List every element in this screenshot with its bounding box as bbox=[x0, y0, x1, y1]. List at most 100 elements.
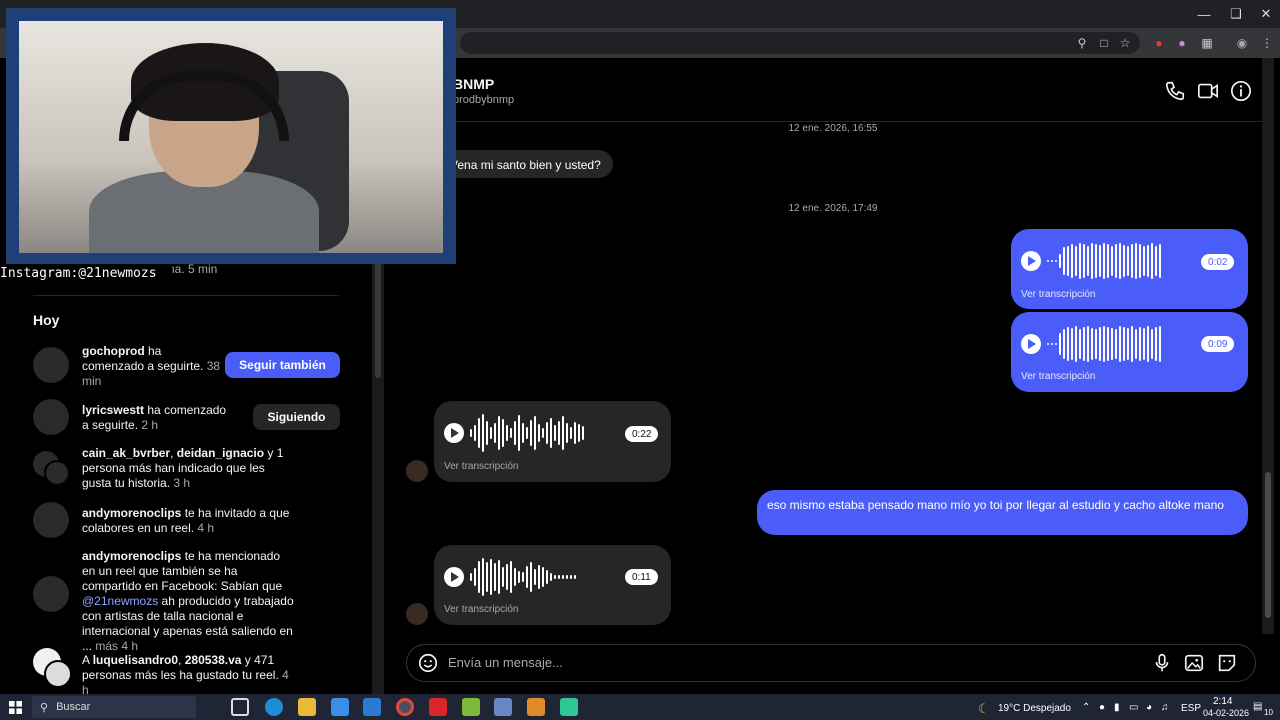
sender-avatar[interactable] bbox=[406, 603, 428, 625]
following-button[interactable]: Siguiendo bbox=[253, 404, 340, 430]
notification-center-icon[interactable]: ▤ bbox=[1253, 701, 1262, 712]
outgoing-voice-message[interactable]: 0:02 Ver transcripción bbox=[1011, 229, 1248, 309]
incoming-message[interactable]: Vena mi santo bien y usted? bbox=[440, 150, 613, 178]
chrome-icon[interactable] bbox=[396, 698, 414, 716]
view-transcription-link[interactable]: Ver transcripción bbox=[444, 461, 518, 472]
waveform-bar bbox=[514, 568, 516, 586]
extension-red-icon[interactable]: ● bbox=[1150, 34, 1168, 52]
waveform-bar bbox=[1139, 244, 1141, 278]
app-green-icon[interactable] bbox=[560, 698, 578, 716]
waveform-bar bbox=[550, 573, 552, 581]
clock-date[interactable]: 04-02-2026 bbox=[1203, 708, 1249, 718]
view-transcription-link[interactable]: Ver transcripción bbox=[444, 604, 518, 615]
network-icon[interactable]: ◕ bbox=[1146, 702, 1152, 713]
extensions-puzzle-icon[interactable]: ▦ bbox=[1198, 34, 1216, 52]
incoming-voice-message[interactable]: 0:22 Ver transcripción bbox=[434, 401, 671, 482]
waveform-bar bbox=[1063, 247, 1065, 275]
waveform-bar bbox=[1059, 254, 1061, 268]
profile-avatar-icon[interactable]: ◉ bbox=[1233, 34, 1251, 52]
view-transcription-link[interactable]: Ver transcripción bbox=[1021, 289, 1095, 300]
menu-kebab-icon[interactable]: ⋮ bbox=[1258, 34, 1276, 52]
emoji-icon[interactable] bbox=[417, 652, 439, 674]
waveform-bar bbox=[494, 563, 496, 591]
waveform-bar bbox=[510, 561, 512, 593]
waveform-bar bbox=[522, 423, 524, 443]
outgoing-voice-message[interactable]: 0:09 Ver transcripción bbox=[1011, 312, 1248, 392]
avatar[interactable] bbox=[44, 460, 70, 486]
video-call-icon[interactable] bbox=[1197, 80, 1219, 102]
weather-text[interactable]: 19°C Despejado bbox=[998, 703, 1071, 714]
windows-start-icon[interactable] bbox=[9, 701, 22, 714]
edge-icon[interactable] bbox=[265, 698, 283, 716]
language-indicator[interactable]: ESP bbox=[1181, 703, 1201, 714]
extension-purple-icon[interactable]: ● bbox=[1173, 34, 1191, 52]
close-icon[interactable]: ✕ bbox=[1250, 0, 1280, 28]
waveform-bar bbox=[506, 564, 508, 590]
message-input[interactable]: Envía un mensaje... bbox=[448, 655, 563, 670]
play-icon[interactable] bbox=[1021, 334, 1041, 354]
notification-item[interactable]: andymorenoclips te ha mencionado en un r… bbox=[82, 549, 294, 654]
task-view-icon[interactable] bbox=[231, 698, 249, 716]
avatar[interactable] bbox=[33, 576, 69, 612]
cast-icon[interactable]: □ bbox=[1095, 34, 1113, 52]
waveform-bar bbox=[1047, 260, 1049, 262]
avatar[interactable] bbox=[33, 347, 69, 383]
info-icon[interactable] bbox=[1230, 80, 1252, 102]
follow-back-button[interactable]: Seguir también bbox=[225, 352, 340, 378]
app-l-icon[interactable] bbox=[429, 698, 447, 716]
fl-studio-icon[interactable] bbox=[462, 698, 480, 716]
file-explorer-icon[interactable] bbox=[298, 698, 316, 716]
view-transcription-link[interactable]: Ver transcripción bbox=[1021, 371, 1095, 382]
avatar[interactable] bbox=[44, 660, 72, 688]
waveform-bar bbox=[1107, 244, 1109, 278]
restore-icon[interactable]: ❏ bbox=[1220, 0, 1252, 28]
microphone-icon[interactable] bbox=[1151, 652, 1173, 674]
waveform-bar bbox=[1143, 328, 1145, 360]
waveform-bar bbox=[1147, 326, 1149, 362]
microphone-tray-icon[interactable]: ▮ bbox=[1114, 702, 1120, 713]
outgoing-message[interactable]: eso mismo estaba pensado mano mío yo toi… bbox=[757, 490, 1248, 535]
waveform-bar bbox=[1135, 329, 1137, 359]
search-icon: ⚲ bbox=[40, 701, 49, 714]
chat-scrollbar[interactable] bbox=[1262, 58, 1274, 634]
play-icon[interactable] bbox=[444, 567, 464, 587]
zoom-icon[interactable]: ⚲ bbox=[1073, 34, 1091, 52]
voice-duration: 0:11 bbox=[625, 569, 658, 585]
store-icon[interactable] bbox=[331, 698, 349, 716]
notification-item[interactable]: gochoprod ha comenzado a seguirte. 38 mi… bbox=[82, 344, 222, 389]
notification-item[interactable]: lyricswestt ha comenzado a seguirte. 2 h bbox=[82, 403, 232, 433]
phone-icon[interactable] bbox=[1164, 80, 1186, 102]
chat-username[interactable]: prodbybnmp bbox=[453, 94, 514, 106]
notification-item[interactable]: A luquelisandro0, 280538.va y 471 person… bbox=[82, 653, 294, 698]
waveform-bar bbox=[1115, 329, 1117, 359]
tray-chevron-icon[interactable]: ⌃ bbox=[1082, 702, 1090, 713]
play-icon[interactable] bbox=[1021, 251, 1041, 271]
mail-icon[interactable] bbox=[363, 698, 381, 716]
waveform-bar bbox=[1071, 244, 1073, 278]
chat-title[interactable]: BNMP bbox=[453, 76, 494, 92]
image-icon[interactable] bbox=[1183, 652, 1205, 674]
battery-icon[interactable]: ▭ bbox=[1129, 702, 1138, 713]
avatar[interactable] bbox=[33, 502, 69, 538]
bookmark-star-icon[interactable]: ☆ bbox=[1116, 34, 1134, 52]
clock-time[interactable]: 2:14 bbox=[1213, 696, 1232, 707]
sender-avatar[interactable] bbox=[406, 460, 428, 482]
avatar[interactable] bbox=[33, 399, 69, 435]
fl-studio-2-icon[interactable] bbox=[527, 698, 545, 716]
waveform-bar bbox=[1111, 328, 1113, 360]
play-icon[interactable] bbox=[444, 423, 464, 443]
weather-moon-icon[interactable]: ☾ bbox=[978, 701, 990, 717]
address-bar[interactable] bbox=[460, 32, 1140, 54]
notification-item[interactable]: cain_ak_bvrber, deidan_ignacio y 1 perso… bbox=[82, 446, 294, 491]
waveform-bar bbox=[522, 572, 524, 582]
minimize-icon[interactable]: — bbox=[1188, 0, 1220, 28]
waveform-bar bbox=[486, 562, 488, 592]
tray-app-icon[interactable]: ● bbox=[1099, 702, 1105, 713]
sticker-icon[interactable] bbox=[1216, 652, 1238, 674]
waveform-bar bbox=[1155, 327, 1157, 361]
incoming-voice-message[interactable]: 0:11 Ver transcripción bbox=[434, 545, 671, 625]
volume-icon[interactable]: ♫ bbox=[1161, 702, 1169, 713]
taskbar-search[interactable]: ⚲ Buscar bbox=[32, 696, 196, 718]
notification-item[interactable]: andymorenoclips te ha invitado a que col… bbox=[82, 506, 294, 536]
remote-desktop-icon[interactable] bbox=[494, 698, 512, 716]
